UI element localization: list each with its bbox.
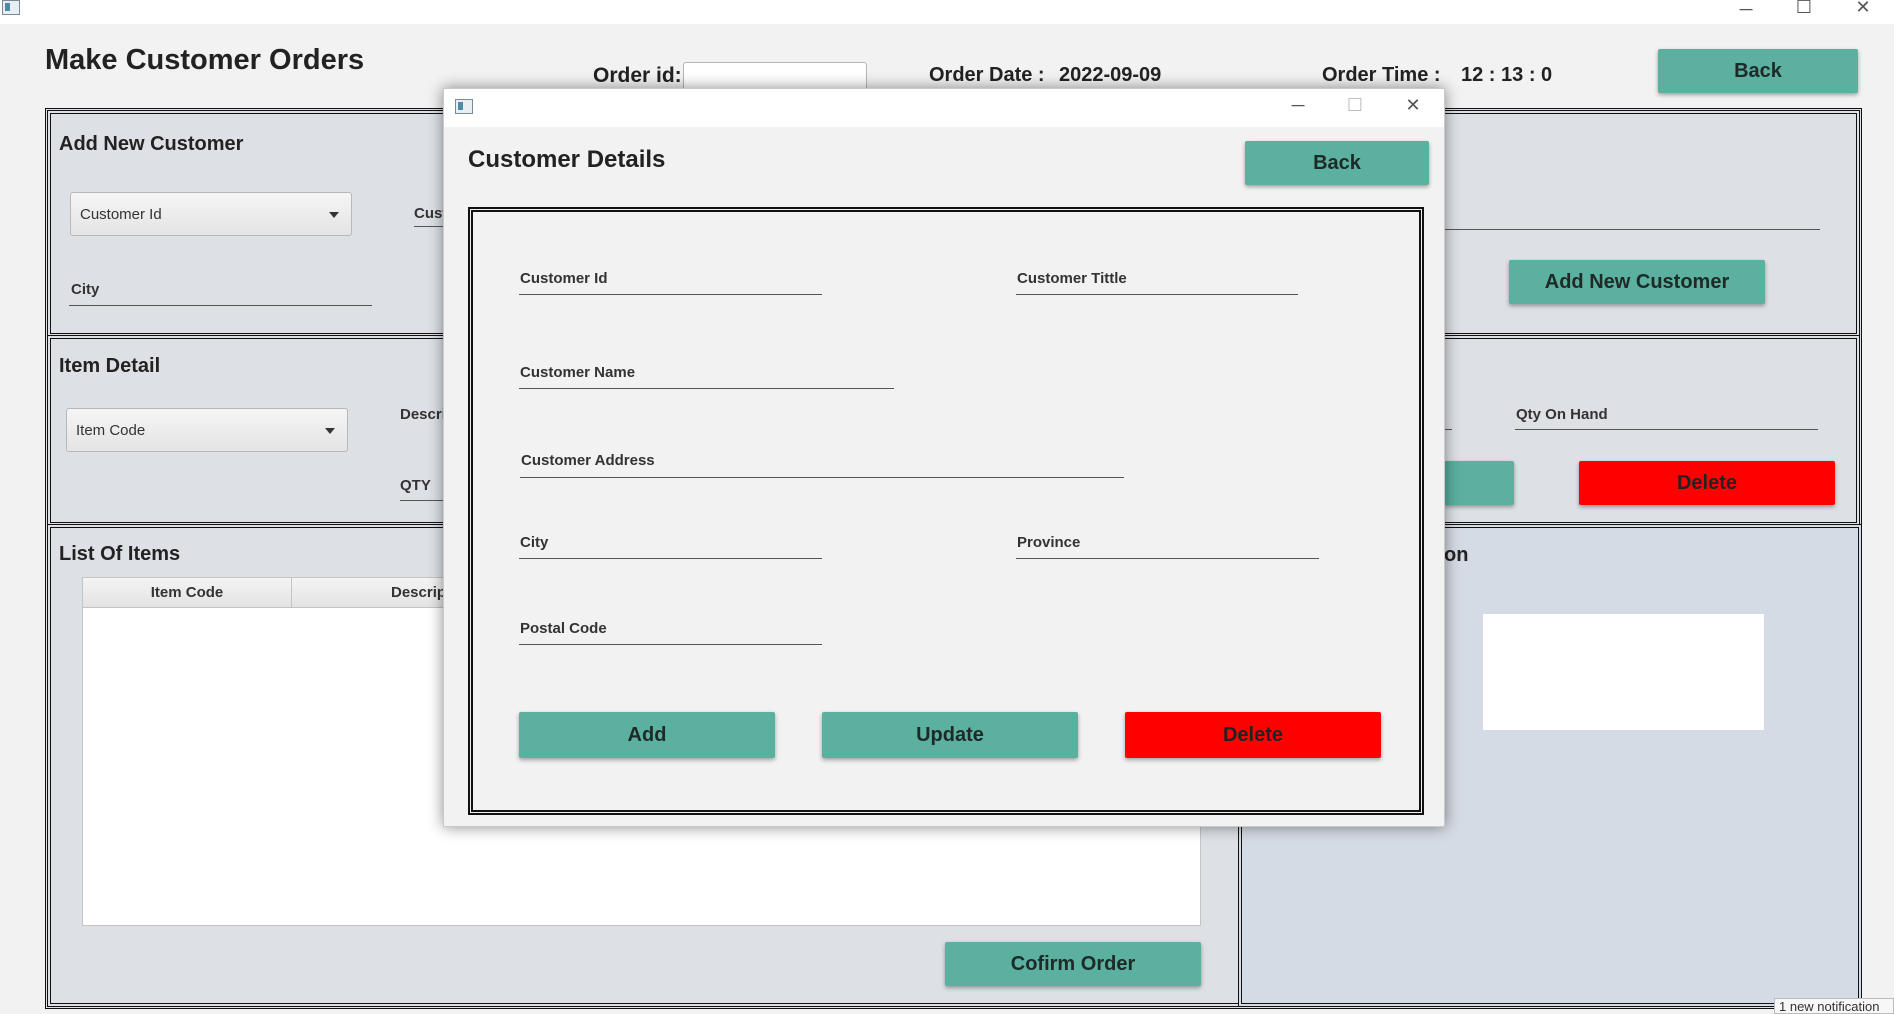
app-icon [2,0,20,15]
notification-toast[interactable]: 1 new notification [1774,998,1894,1014]
item-code-combo-value: Item Code [76,422,146,439]
add-item-button-partial[interactable] [1444,461,1514,505]
qty-on-hand-label: Qty On Hand [1516,406,1608,423]
order-date-value: 2022-09-09 [1059,64,1162,86]
column-header-item-code[interactable]: Item Code [83,584,291,601]
qty-field[interactable] [400,500,444,501]
order-time-label: Order Time : [1322,64,1441,86]
app-icon [455,99,473,114]
item-right-field-end [1444,429,1452,430]
postal-code-label: Postal Code [520,620,607,637]
qty-label: QTY [400,477,431,494]
dialog-titlebar: ─ ☐ ✕ [444,89,1444,127]
item-code-combo[interactable]: Item Code [66,408,348,452]
customer-id-field[interactable] [519,294,822,295]
add-button[interactable]: Add [519,712,775,758]
maximize-icon: ☐ [1346,95,1364,115]
update-button[interactable]: Update [822,712,1078,758]
city-label: City [71,281,100,298]
customer-title-field[interactable] [1016,294,1298,295]
customer-details-dialog: ─ ☐ ✕ Customer Details Back Customer Id … [443,88,1445,827]
postal-code-field[interactable] [519,644,822,645]
order-time-value: 12 : 13 : 0 [1461,64,1553,86]
qty-on-hand-field[interactable] [1515,429,1818,430]
customer-title-label: Customer Tittle [1017,270,1127,287]
city-field[interactable] [69,305,372,306]
maximize-icon[interactable]: ☐ [1789,0,1819,16]
province-label: Province [1017,534,1081,551]
city-label: City [520,534,549,551]
dropdown-arrow-icon [325,428,335,434]
column-header-description[interactable]: Descrip [391,584,446,601]
customer-address-field[interactable] [520,477,1124,478]
customer-right-field[interactable] [1444,229,1820,230]
order-date-label: Order Date : [929,64,1045,86]
customer-id-combo-value: Customer Id [80,206,162,223]
page-title: Make Customer Orders [45,44,365,76]
window-titlebar: ─ ☐ ✕ [0,0,1894,24]
customer-name-field[interactable] [519,388,894,389]
confirm-order-button[interactable]: Cofirm Order [945,942,1201,986]
customer-id-combo[interactable]: Customer Id [70,192,352,236]
item-section-title: Item Detail [59,355,161,377]
header-back-button[interactable]: Back [1658,49,1858,93]
delete-button[interactable]: Delete [1125,712,1381,758]
description-label-partial: Descri [400,406,446,423]
minimize-icon[interactable]: ─ [1283,96,1313,114]
add-new-customer-button[interactable]: Add New Customer [1509,260,1765,304]
customer-name-label: Customer Name [520,364,636,381]
order-summary-box [1483,614,1764,730]
column-divider [291,578,292,607]
item-delete-button[interactable]: Delete [1579,461,1835,505]
city-field[interactable] [519,558,822,559]
order-summary-title-partial: on [1444,544,1469,566]
close-icon[interactable]: ✕ [1398,96,1428,114]
customer-address-label: Customer Address [521,452,655,469]
customer-id-label: Customer Id [520,270,608,287]
close-icon[interactable]: ✕ [1848,0,1878,16]
dialog-back-button[interactable]: Back [1245,141,1429,185]
minimize-icon[interactable]: ─ [1731,0,1761,18]
order-id-label: Order id: [593,64,682,87]
dialog-title: Customer Details [468,146,666,173]
dropdown-arrow-icon [329,212,339,218]
customer-section-title: Add New Customer [59,133,244,155]
province-field[interactable] [1016,558,1319,559]
list-section-title: List Of Items [59,543,181,565]
